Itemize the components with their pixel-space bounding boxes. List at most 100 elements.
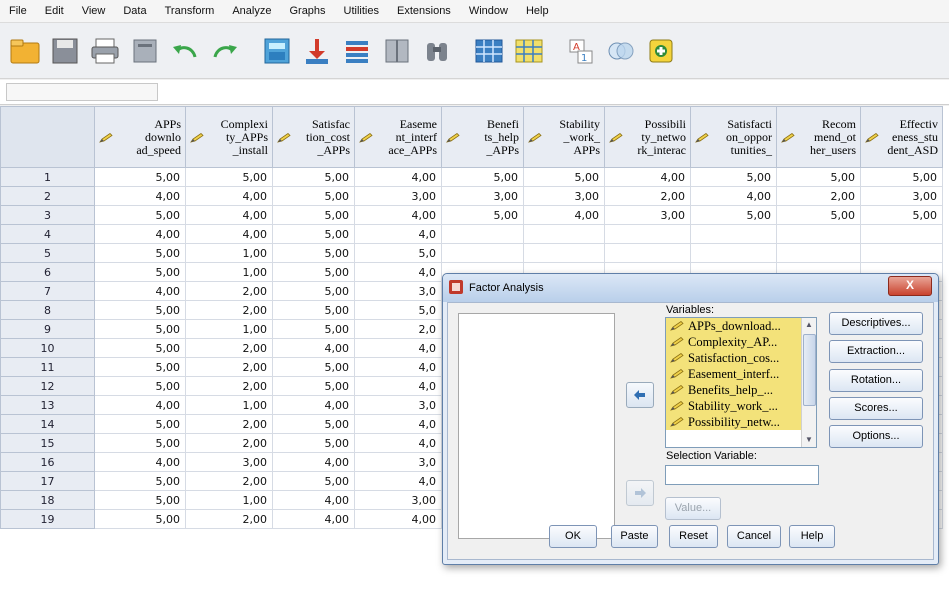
data-cell[interactable]: 4,00 (272, 338, 355, 358)
data-cell[interactable] (604, 243, 691, 263)
cell-reference-field[interactable] (6, 83, 158, 101)
data-cell[interactable]: 4,0 (354, 224, 442, 244)
data-cell[interactable]: 5,00 (272, 262, 355, 282)
cancel-button[interactable]: Cancel (727, 525, 781, 548)
data-cell[interactable]: 5,00 (94, 357, 186, 377)
variable-list-item[interactable]: Easement_interf... (666, 366, 816, 382)
row-number[interactable]: 2 (0, 186, 95, 206)
reset-button[interactable]: Reset (669, 525, 718, 548)
data-cell[interactable]: 4,00 (185, 186, 273, 206)
column-header[interactable]: Recom mend_ot her_users (776, 106, 861, 168)
column-header[interactable]: Effectiv eness_stu dent_ASD (860, 106, 943, 168)
data-cell[interactable]: 4,00 (272, 490, 355, 510)
menu-edit[interactable]: Edit (36, 0, 73, 22)
data-cell[interactable]: 5,00 (272, 376, 355, 396)
data-cell[interactable]: 4,00 (354, 205, 442, 225)
data-cell[interactable]: 5,00 (272, 319, 355, 339)
data-cell[interactable]: 4,00 (94, 186, 186, 206)
data-cell[interactable]: 5,00 (272, 357, 355, 377)
data-cell[interactable]: 5,00 (94, 300, 186, 320)
data-cell[interactable]: 4,0 (354, 414, 442, 434)
data-cell[interactable]: 5,00 (272, 414, 355, 434)
data-cell[interactable]: 2,00 (185, 357, 273, 377)
scores-button[interactable]: Scores... (829, 397, 923, 420)
value-button[interactable]: Value... (665, 497, 721, 520)
value-labels-icon[interactable]: A1 (564, 34, 598, 68)
data-cell[interactable]: 5,00 (94, 243, 186, 263)
data-cell[interactable]: 5,00 (185, 167, 273, 187)
scroll-up-icon[interactable]: ▲ (804, 319, 814, 331)
column-header[interactable]: Stability _work_ APPs (523, 106, 605, 168)
data-cell[interactable]: 5,00 (94, 471, 186, 491)
data-cell[interactable]: 4,00 (185, 205, 273, 225)
data-cell[interactable]: 5,00 (860, 167, 943, 187)
data-cell[interactable]: 5,00 (94, 509, 186, 529)
data-cell[interactable]: 4,00 (94, 224, 186, 244)
variable-view-icon[interactable] (512, 34, 546, 68)
column-header[interactable]: Possibili ty_netwo rk_interac (604, 106, 691, 168)
data-cell[interactable]: 5,00 (690, 167, 777, 187)
data-cell[interactable] (690, 243, 777, 263)
row-number[interactable]: 10 (0, 338, 95, 358)
data-cell[interactable]: 5,00 (690, 205, 777, 225)
menu-utilities[interactable]: Utilities (335, 0, 388, 22)
data-cell[interactable]: 1,00 (185, 319, 273, 339)
row-number[interactable]: 14 (0, 414, 95, 434)
move-to-variables-button[interactable] (626, 382, 654, 408)
data-cell[interactable]: 5,00 (272, 243, 355, 263)
data-cell[interactable]: 3,00 (354, 186, 442, 206)
row-number[interactable]: 12 (0, 376, 95, 396)
row-number[interactable]: 11 (0, 357, 95, 377)
column-header[interactable]: Benefi ts_help _APPs (441, 106, 524, 168)
data-cell[interactable]: 5,00 (272, 471, 355, 491)
data-cell[interactable]: 5,0 (354, 300, 442, 320)
open-folder-icon[interactable] (8, 34, 42, 68)
data-cell[interactable] (776, 224, 861, 244)
column-header[interactable]: Satisfacti on_oppor tunities_ (690, 106, 777, 168)
data-cell[interactable]: 2,00 (185, 414, 273, 434)
data-cell[interactable]: 4,0 (354, 376, 442, 396)
save-icon[interactable] (48, 34, 82, 68)
variables-list[interactable]: APPs_download... Complexity_AP... Satisfac… (665, 317, 817, 448)
data-cell[interactable]: 5,00 (272, 300, 355, 320)
find-icon[interactable] (420, 34, 454, 68)
row-number[interactable]: 17 (0, 471, 95, 491)
move-to-selection-button[interactable] (626, 480, 654, 506)
data-cell[interactable]: 5,00 (272, 167, 355, 187)
data-cell[interactable]: 2,00 (185, 376, 273, 396)
column-header[interactable]: Satisfac tion_cost _APPs (272, 106, 355, 168)
data-cell[interactable]: 4,0 (354, 338, 442, 358)
data-cell[interactable]: 5,00 (441, 205, 524, 225)
data-cell[interactable] (776, 243, 861, 263)
data-cell[interactable] (860, 243, 943, 263)
row-number[interactable]: 7 (0, 281, 95, 301)
help-button[interactable]: Help (789, 525, 835, 548)
goto-case-icon[interactable] (260, 34, 294, 68)
variable-list-item[interactable]: Possibility_netw... (666, 414, 816, 430)
row-number[interactable]: 5 (0, 243, 95, 263)
row-number[interactable]: 8 (0, 300, 95, 320)
print-icon[interactable] (88, 34, 122, 68)
data-cell[interactable] (441, 243, 524, 263)
data-cell[interactable]: 4,00 (94, 452, 186, 472)
row-number[interactable]: 6 (0, 262, 95, 282)
data-cell[interactable]: 4,0 (354, 262, 442, 282)
column-header[interactable]: APPs downlo ad_speed (94, 106, 186, 168)
data-cell[interactable]: 4,00 (272, 395, 355, 415)
variable-list-item[interactable]: Benefits_help_... (666, 382, 816, 398)
menu-analyze[interactable]: Analyze (223, 0, 280, 22)
row-number[interactable]: 9 (0, 319, 95, 339)
data-cell[interactable]: 5,00 (523, 167, 605, 187)
data-cell[interactable] (860, 224, 943, 244)
ok-button[interactable]: OK (549, 525, 597, 548)
data-cell[interactable]: 5,00 (94, 262, 186, 282)
data-cell[interactable]: 3,0 (354, 281, 442, 301)
descriptives-button[interactable]: Descriptives... (829, 312, 923, 335)
variables-icon[interactable] (340, 34, 374, 68)
column-header[interactable]: Complexi ty_APPs _install (185, 106, 273, 168)
extraction-button[interactable]: Extraction... (829, 340, 923, 363)
data-cell[interactable]: 5,00 (860, 205, 943, 225)
variable-list-item[interactable]: APPs_download... (666, 318, 816, 334)
menu-data[interactable]: Data (114, 0, 155, 22)
data-cell[interactable] (523, 224, 605, 244)
